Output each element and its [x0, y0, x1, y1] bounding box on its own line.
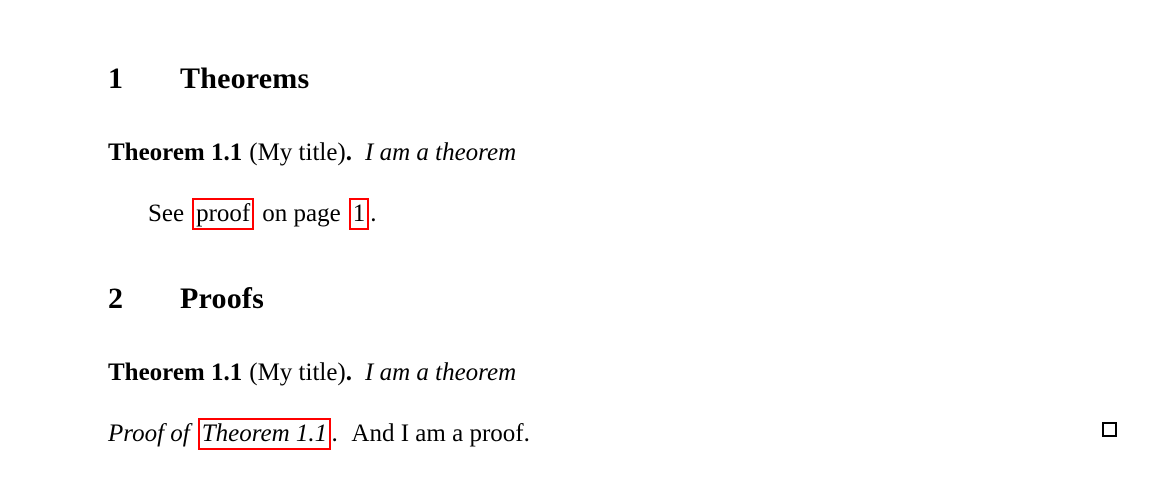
document-page: 1 Theorems Theorem 1.1 (My title). I am a t…: [0, 0, 1176, 503]
theorem-period: .: [345, 139, 353, 166]
reference-text-middle: on page: [262, 200, 341, 227]
section-heading-proofs: 2 Proofs: [108, 284, 264, 314]
reference-text-after: .: [370, 200, 377, 227]
proof-header-period: .: [332, 420, 339, 447]
section-title: Proofs: [180, 282, 264, 315]
theorem-statement-restated: Theorem 1.1 (My title). I am a theorem: [108, 360, 516, 385]
proof-body-text: And I am a proof.: [351, 420, 530, 447]
section-number: 1: [108, 62, 124, 95]
section-title: Theorems: [180, 62, 310, 95]
section-number: 2: [108, 282, 124, 315]
link-proof[interactable]: proof: [192, 198, 255, 230]
theorem-statement: Theorem 1.1 (My title). I am a theorem: [108, 140, 516, 165]
theorem-period: .: [345, 359, 353, 386]
link-page-number[interactable]: 1: [348, 198, 370, 230]
reference-paragraph: See proof on page 1.: [148, 198, 376, 230]
theorem-label: Theorem 1.1: [108, 359, 243, 386]
proof-header-text: Proof of: [108, 420, 190, 447]
theorem-note: (My title): [249, 359, 346, 386]
reference-text-before: See: [148, 200, 185, 227]
qed-square-icon: [1102, 422, 1117, 437]
theorem-note: (My title): [249, 139, 346, 166]
section-heading-theorems: 1 Theorems: [108, 64, 309, 94]
proof-paragraph: Proof of Theorem 1.1. And I am a proof.: [108, 418, 530, 450]
link-theorem-reference[interactable]: Theorem 1.1: [197, 418, 332, 450]
theorem-body: I am a theorem: [365, 139, 517, 166]
theorem-body: I am a theorem: [365, 359, 517, 386]
theorem-label: Theorem 1.1: [108, 139, 243, 166]
